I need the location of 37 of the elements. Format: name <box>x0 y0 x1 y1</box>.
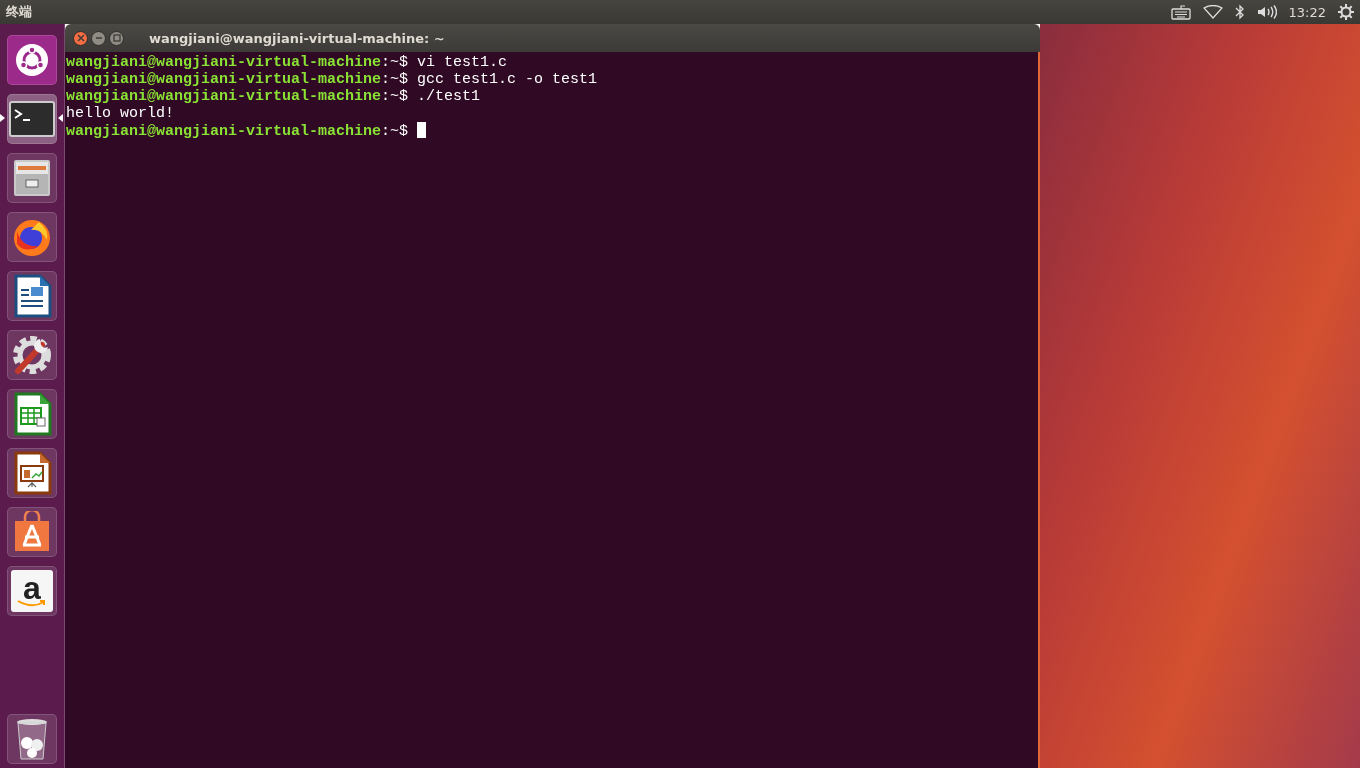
volume-icon[interactable] <box>1256 4 1277 20</box>
writer-launcher-icon[interactable] <box>7 270 57 321</box>
minimize-icon <box>94 34 103 42</box>
command-text: ./test1 <box>417 88 481 105</box>
keyboard-icon[interactable] <box>1170 4 1191 20</box>
files-launcher-icon[interactable] <box>7 152 57 203</box>
prompt-path: :~$ <box>381 71 409 88</box>
browser-launcher-icon[interactable] <box>7 211 57 262</box>
bluetooth-icon[interactable] <box>1234 4 1245 20</box>
window-title: wangjiani@wangjiani-virtual-machine: ~ <box>149 30 445 46</box>
calc-launcher-icon[interactable] <box>7 388 57 439</box>
smile-arrow-icon <box>17 599 47 608</box>
prompt-path: :~$ <box>381 54 409 71</box>
terminal-launcher-icon[interactable] <box>7 93 57 144</box>
prompt-path: :~$ <box>381 88 409 105</box>
clock[interactable]: 13:22 <box>1288 4 1326 20</box>
impress-launcher-icon[interactable] <box>7 447 57 498</box>
maximize-icon <box>112 34 121 42</box>
store-launcher-icon[interactable] <box>7 506 57 557</box>
trash-launcher-icon[interactable] <box>7 713 57 764</box>
minimize-button[interactable] <box>91 30 106 46</box>
power-gear-icon[interactable] <box>1338 4 1354 20</box>
close-icon <box>76 34 85 42</box>
close-button[interactable] <box>73 30 88 46</box>
wifi-icon[interactable] <box>1202 5 1223 19</box>
app-title: 终端 <box>6 3 32 21</box>
prompt-path: :~$ <box>381 123 409 140</box>
prompt-user-host: wangjiani@wangjiani-virtual-machine <box>66 88 382 105</box>
settings-launcher-icon[interactable] <box>7 329 57 380</box>
maximize-button[interactable] <box>109 30 124 46</box>
output-text: hello world! <box>66 105 175 122</box>
prompt-user-host: wangjiani@wangjiani-virtual-machine <box>66 54 382 71</box>
prompt-user-host: wangjiani@wangjiani-virtual-machine <box>66 123 382 140</box>
command-text: gcc test1.c -o test1 <box>417 71 598 88</box>
dash-launcher-icon[interactable] <box>7 34 57 85</box>
prompt-user-host: wangjiani@wangjiani-virtual-machine <box>66 71 382 88</box>
command-text: vi test1.c <box>417 54 508 71</box>
